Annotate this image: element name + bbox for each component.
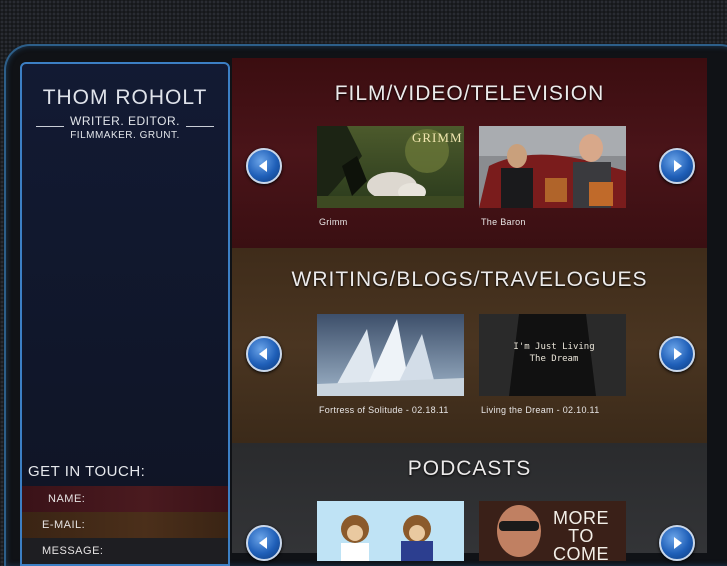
thumb-podcast-1[interactable]	[317, 501, 464, 561]
thumb-grimm[interactable]: GRIMM	[317, 126, 464, 208]
sidebar: THOM ROHOLT WRITER. EDITOR. FILMMAKER. G…	[20, 62, 230, 566]
thumb-the-baron[interactable]	[479, 126, 626, 208]
caption-fortress-of-solitude[interactable]: Fortress of Solitude - 02.18.11	[319, 405, 449, 415]
tagline-line-2: FILMMAKER. GRUNT.	[70, 130, 180, 141]
podcasts-prev-button[interactable]	[246, 525, 282, 561]
film-prev-button[interactable]	[246, 148, 282, 184]
tagline-rule-right	[186, 126, 214, 127]
podcasts-next-button[interactable]	[659, 525, 695, 561]
caption-the-baron[interactable]: The Baron	[481, 217, 526, 227]
more-to-come-text: MORE TO COME	[553, 508, 609, 561]
writing-section-title: WRITING/BLOGS/TRAVELOGUES	[291, 268, 648, 291]
writing-prev-button[interactable]	[246, 336, 282, 372]
thumb-podcast-2[interactable]: MORE TO COME	[479, 501, 626, 561]
chevron-left-icon	[259, 348, 267, 360]
chevron-right-icon	[674, 537, 682, 549]
contact-email-field[interactable]: E-MAIL:	[22, 512, 228, 538]
thumb-fortress-of-solitude[interactable]	[317, 314, 464, 396]
contact-name-field[interactable]: NAME:	[22, 486, 228, 512]
tshirt-overlay-text: I'm Just Living The Dream	[513, 342, 595, 364]
chevron-left-icon	[259, 160, 267, 172]
thumb-living-the-dream[interactable]: I'm Just Living The Dream	[479, 314, 626, 396]
contact-message-field[interactable]: MESSAGE:	[22, 538, 228, 564]
film-section-title: FILM/VIDEO/TELEVISION	[334, 82, 605, 105]
site-title[interactable]: THOM ROHOLT	[22, 86, 228, 110]
chevron-left-icon	[259, 537, 267, 549]
the-baron-image	[479, 126, 626, 208]
podcasts-section-title: PODCASTS	[407, 457, 532, 480]
contact-email-label: E-MAIL:	[42, 519, 86, 531]
podcasts-section: PODCASTS MORE TO COME	[232, 443, 707, 561]
contact-message-label: MESSAGE:	[42, 545, 104, 557]
film-section: FILM/VIDEO/TELEVISION GRIMM Grimm The Ba…	[232, 58, 707, 248]
podcast-cartoon-image	[317, 501, 464, 561]
chevron-right-icon	[674, 160, 682, 172]
caption-grimm[interactable]: Grimm	[319, 217, 348, 227]
tagline: WRITER. EDITOR.	[36, 114, 214, 130]
writing-section: WRITING/BLOGS/TRAVELOGUES Fortress of So…	[232, 248, 707, 443]
grimm-overlay-text: GRIMM	[412, 130, 463, 145]
contact-heading: GET IN TOUCH:	[28, 463, 146, 480]
fortress-image	[317, 314, 464, 396]
contact-name-label: NAME:	[48, 493, 86, 505]
writing-next-button[interactable]	[659, 336, 695, 372]
film-next-button[interactable]	[659, 148, 695, 184]
caption-living-the-dream[interactable]: Living the Dream - 02.10.11	[481, 405, 600, 415]
chevron-right-icon	[674, 348, 682, 360]
